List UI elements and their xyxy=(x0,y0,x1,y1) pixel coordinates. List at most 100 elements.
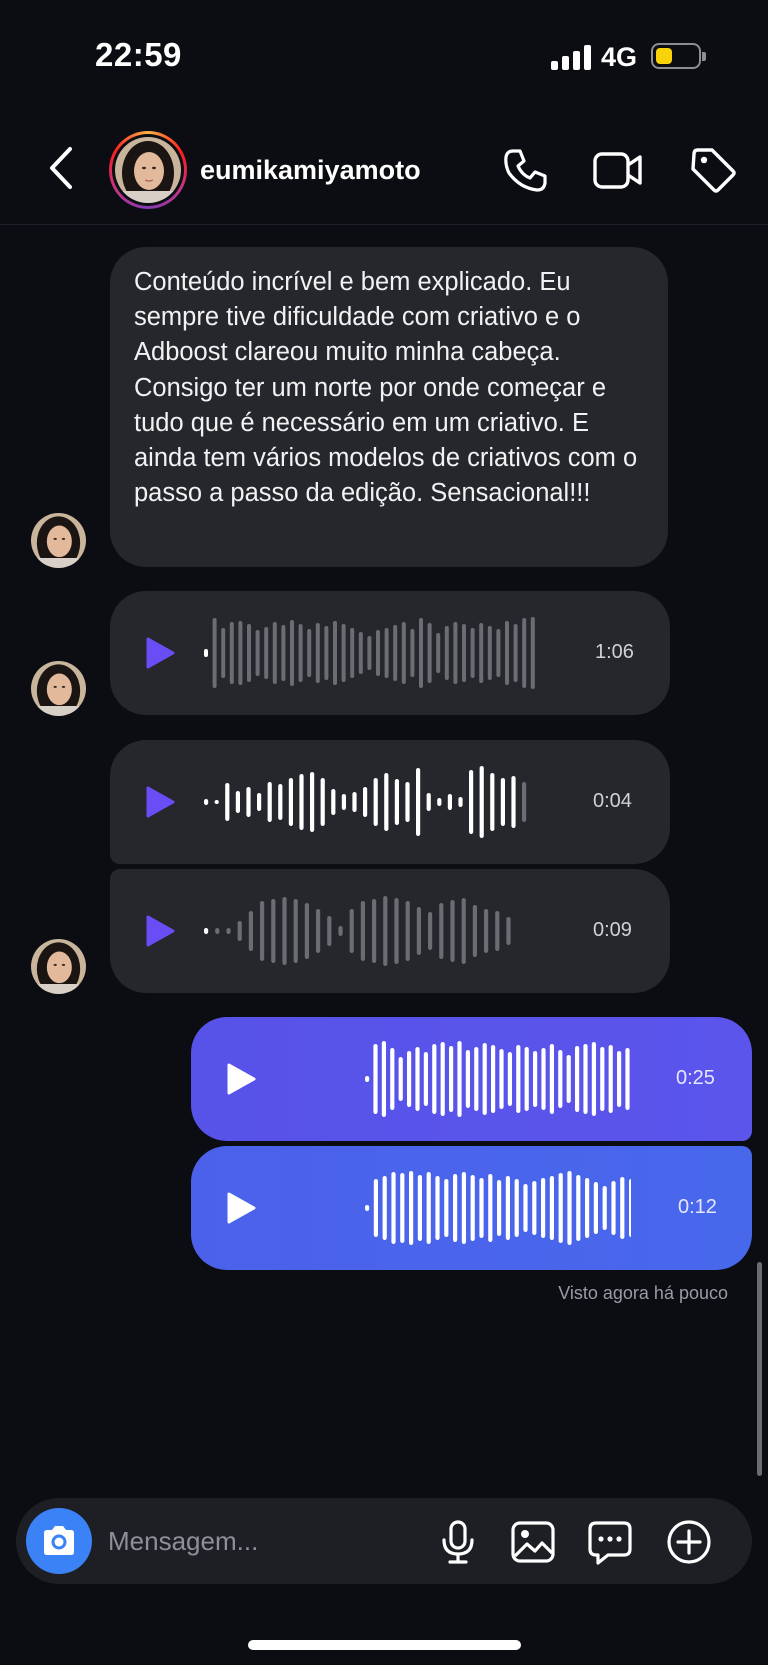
home-indicator[interactable] xyxy=(248,1640,521,1650)
waveform-bar xyxy=(457,1041,462,1117)
waveform-bar xyxy=(405,901,410,961)
microphone-icon[interactable] xyxy=(434,1518,482,1566)
voice-duration: 0:04 xyxy=(593,790,632,812)
tag-icon[interactable] xyxy=(688,145,738,195)
waveform-bar xyxy=(304,903,309,959)
incoming-voice-message[interactable]: 0:09 xyxy=(110,869,670,993)
plus-icon[interactable] xyxy=(665,1518,713,1566)
waveform-bar xyxy=(479,1178,484,1238)
waveform-bar xyxy=(461,1172,466,1244)
waveform-bar xyxy=(444,1179,449,1237)
waveform-bar xyxy=(372,899,377,963)
waveform-bar xyxy=(611,1181,616,1235)
waveform-bar xyxy=(423,1052,428,1106)
scrollbar[interactable] xyxy=(757,1262,762,1476)
waveform-bar xyxy=(373,778,378,826)
waveform-bar xyxy=(394,898,399,964)
waveform-bar xyxy=(593,1182,598,1234)
waveform-bar xyxy=(384,773,389,831)
waveform-bar xyxy=(530,617,535,689)
waveform-bar xyxy=(407,1051,412,1107)
camera-icon[interactable] xyxy=(26,1508,92,1574)
waveform-bar xyxy=(496,629,501,677)
sender-avatar[interactable] xyxy=(31,939,86,994)
waveform-bar xyxy=(271,899,276,963)
waveform-bar xyxy=(439,903,444,959)
message-text: Conteúdo incrível e bem explicado. Eu se… xyxy=(134,268,638,508)
waveform-bar xyxy=(373,1179,378,1237)
play-icon[interactable] xyxy=(143,914,177,948)
waveform-bar xyxy=(247,624,251,682)
waveform-bar xyxy=(516,1045,521,1113)
waveform-bar xyxy=(267,782,272,822)
video-call-icon[interactable] xyxy=(592,145,642,195)
waveform-bar xyxy=(226,928,231,934)
waveform-bar xyxy=(575,1046,580,1112)
waveform-bar xyxy=(583,1044,588,1114)
waveform[interactable] xyxy=(281,1168,631,1248)
network-label: 4G xyxy=(601,42,638,72)
outgoing-voice-message[interactable]: 0:25 xyxy=(191,1017,752,1141)
signal-icon xyxy=(551,44,591,70)
waveform-bar xyxy=(405,782,410,822)
waveform-bar xyxy=(363,787,368,817)
waveform-bar xyxy=(500,778,505,826)
phone-icon[interactable] xyxy=(500,145,550,195)
play-icon[interactable] xyxy=(224,1062,258,1096)
waveform-bar xyxy=(435,1176,440,1240)
waveform-bar xyxy=(436,633,441,673)
play-icon[interactable] xyxy=(143,785,177,819)
waveform-bar xyxy=(373,1044,378,1114)
sticker-icon[interactable] xyxy=(586,1518,634,1566)
message-input[interactable] xyxy=(108,1522,398,1560)
gallery-icon[interactable] xyxy=(509,1518,557,1566)
waveform-bar xyxy=(450,900,455,962)
waveform-bar xyxy=(400,1173,405,1243)
waveform-bar xyxy=(307,629,312,677)
waveform-bar xyxy=(620,1177,625,1239)
waveform-bar xyxy=(495,911,500,951)
waveform-bar xyxy=(532,1181,537,1235)
waveform-bar xyxy=(225,783,230,821)
waveform[interactable] xyxy=(200,613,550,693)
waveform-bar xyxy=(484,909,489,953)
play-icon[interactable] xyxy=(143,636,177,670)
waveform-bar xyxy=(338,926,343,936)
waveform-bar xyxy=(352,792,357,812)
incoming-text-message[interactable]: Conteúdo incrível e bem explicado. Eu se… xyxy=(110,247,668,567)
sender-avatar[interactable] xyxy=(31,661,86,716)
waveform-bar xyxy=(393,625,398,681)
waveform-bar xyxy=(470,628,475,678)
waveform-bar xyxy=(315,623,320,683)
voice-duration: 0:12 xyxy=(678,1196,717,1218)
username[interactable]: eumikamiyamoto xyxy=(200,155,421,186)
incoming-voice-message[interactable]: 0:04 xyxy=(110,740,670,864)
waveform-bar xyxy=(488,1174,493,1242)
waveform-bar xyxy=(585,1178,590,1238)
waveform-bar xyxy=(474,1047,479,1111)
waveform-bar xyxy=(608,1045,613,1113)
back-icon[interactable] xyxy=(42,143,82,193)
waveform-bar xyxy=(382,1176,387,1240)
waveform-bar xyxy=(505,1176,510,1240)
waveform-bar xyxy=(524,1047,529,1111)
waveform-bar xyxy=(390,1048,395,1110)
outgoing-voice-message[interactable]: 0:12 xyxy=(191,1146,752,1270)
waveform[interactable] xyxy=(281,1039,631,1119)
waveform-bar xyxy=(629,1179,631,1237)
waveform-bar xyxy=(255,630,260,676)
waveform[interactable] xyxy=(200,762,550,842)
profile-avatar[interactable] xyxy=(109,131,187,209)
waveform[interactable] xyxy=(200,891,550,971)
waveform-bar xyxy=(487,626,492,680)
waveform-bar xyxy=(426,793,431,811)
sender-avatar[interactable] xyxy=(31,513,86,568)
waveform-bar xyxy=(625,1048,630,1110)
waveform-bar xyxy=(204,799,209,805)
waveform-bar xyxy=(237,921,242,941)
incoming-voice-message[interactable]: 1:06 xyxy=(110,591,670,715)
play-icon[interactable] xyxy=(224,1191,258,1225)
waveform-bar xyxy=(401,622,406,684)
waveform-bar xyxy=(290,620,294,686)
waveform-bar xyxy=(462,624,466,682)
